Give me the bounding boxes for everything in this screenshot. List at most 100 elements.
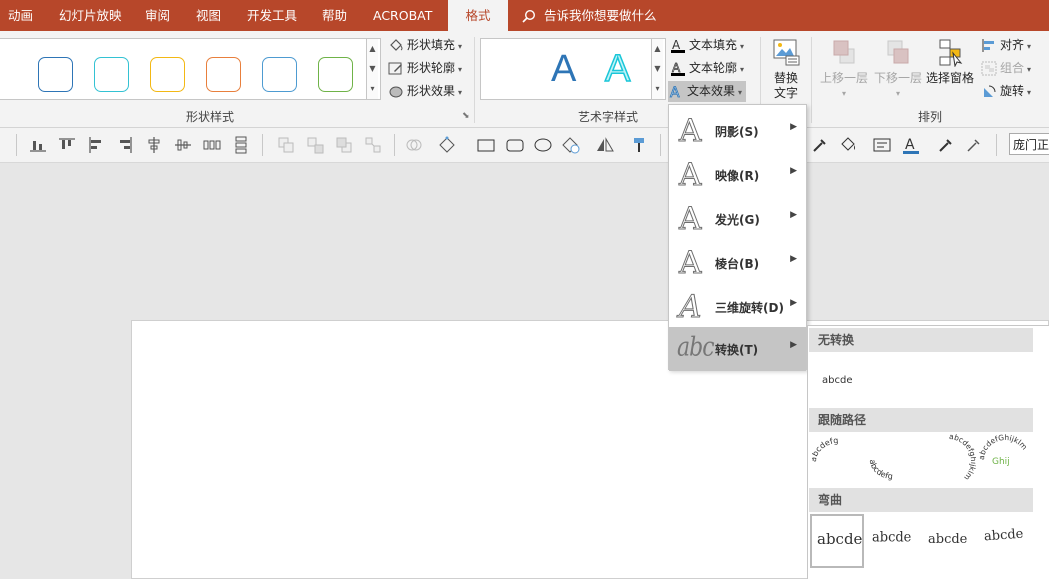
send-backward-label: 下移一层 bbox=[873, 71, 922, 85]
gallery-scroll-up-icon[interactable]: ▲ bbox=[651, 39, 663, 59]
align-button[interactable]: 对齐 ▾ bbox=[981, 35, 1031, 56]
font-name-input[interactable]: 庞门正 bbox=[1009, 133, 1049, 155]
shape-style-swatch[interactable] bbox=[94, 57, 129, 92]
wordart-sample-blue[interactable]: A bbox=[551, 49, 576, 89]
menu-item-bevel[interactable]: A 棱台(B) ▶ bbox=[669, 241, 806, 285]
eyedropper-icon[interactable] bbox=[936, 135, 956, 155]
shape-style-swatch[interactable] bbox=[150, 57, 185, 92]
menu-item-3d-rotation[interactable]: A 三维旋转(D) ▶ bbox=[669, 285, 806, 329]
selection-pane-label: 选择窗格 bbox=[925, 71, 974, 85]
shape-styles-gallery[interactable]: ▲ ▼ ▾ bbox=[0, 38, 381, 100]
align-left-icon[interactable] bbox=[86, 135, 106, 155]
menu-item-reflection[interactable]: A 映像(R) ▶ bbox=[669, 153, 806, 197]
shape-outline-button[interactable]: 形状轮廓 ▾ bbox=[388, 58, 462, 79]
tab-help[interactable]: 帮助 bbox=[322, 0, 347, 31]
transform-option-none[interactable]: abcde bbox=[814, 356, 874, 410]
text-box-icon[interactable] bbox=[872, 135, 892, 155]
menu-item-transform[interactable]: abc 转换(T) ▶ bbox=[669, 327, 806, 371]
merge-shapes-icon[interactable] bbox=[404, 135, 424, 155]
chevron-right-icon: ▶ bbox=[790, 298, 797, 308]
distribute-horizontal-icon[interactable] bbox=[202, 135, 222, 155]
text-effects-button[interactable]: A 文本效果 ▾ bbox=[668, 81, 747, 102]
dialog-launcher-icon[interactable]: ⬊ bbox=[462, 111, 470, 121]
shape-style-swatch[interactable] bbox=[262, 57, 297, 92]
tell-me-text: 告诉我你想要做什么 bbox=[544, 8, 657, 23]
drawing-toolbar: A 庞门正 bbox=[0, 128, 1049, 163]
transform-option-arch-up[interactable]: abcdefg bbox=[812, 434, 866, 488]
transform-option-warp-triangle-down[interactable]: abcde bbox=[922, 514, 976, 568]
send-to-back-icon[interactable] bbox=[363, 135, 383, 155]
transform-sample-text: abcde bbox=[822, 375, 853, 386]
gallery-scroll-up-icon[interactable]: ▲ bbox=[366, 39, 378, 59]
alt-text-label-line2: 文字 bbox=[773, 86, 798, 100]
fill-bucket-icon[interactable] bbox=[838, 135, 858, 155]
text-outline-icon: A bbox=[670, 61, 686, 76]
tell-me-search[interactable]: 告诉我你想要做什么 bbox=[522, 0, 657, 31]
distribute-vertical-icon[interactable] bbox=[231, 135, 251, 155]
gallery-scroll-down-icon[interactable]: ▼ bbox=[366, 59, 378, 79]
eyedropper-icon[interactable] bbox=[964, 135, 984, 155]
ungroup-objects-icon[interactable] bbox=[305, 135, 325, 155]
group-objects-icon[interactable] bbox=[276, 135, 296, 155]
tab-format[interactable]: 格式 bbox=[448, 0, 508, 31]
rotate-button[interactable]: 旋转 ▾ bbox=[981, 81, 1031, 102]
text-fill-button[interactable]: A 文本填充 ▾ bbox=[670, 35, 744, 56]
shape-style-swatch[interactable] bbox=[38, 57, 73, 92]
warp-sample-text: abcde bbox=[872, 529, 912, 546]
flip-shape-icon[interactable] bbox=[595, 135, 615, 155]
shape-fill-button[interactable]: 形状填充 ▾ bbox=[388, 35, 462, 56]
menu-item-glow[interactable]: A 发光(G) ▶ bbox=[669, 197, 806, 241]
group-button[interactable]: 组合 ▾ bbox=[981, 58, 1031, 79]
bring-forward-button[interactable]: 上移一层 ▾ bbox=[818, 37, 870, 101]
transform-option-warp-triangle-up[interactable]: abcde bbox=[866, 514, 920, 568]
transform-option-circle[interactable]: abcdefghijklm bbox=[922, 434, 976, 488]
menu-item-shadow[interactable]: A 阴影(S) ▶ bbox=[669, 109, 806, 153]
selection-pane-button[interactable]: 选择窗格 bbox=[924, 37, 976, 86]
follow-path-text: abcdefghijklm bbox=[949, 434, 976, 482]
rounded-rectangle-shape-icon[interactable] bbox=[505, 135, 525, 155]
align-bottom-icon[interactable] bbox=[28, 135, 48, 155]
font-color-icon[interactable]: A bbox=[901, 135, 921, 155]
wordart-sample-cyan[interactable]: A bbox=[604, 48, 631, 90]
align-center-icon[interactable] bbox=[144, 135, 164, 155]
gallery-more-icon[interactable]: ▾ bbox=[651, 79, 663, 99]
chevron-down-icon: ▾ bbox=[895, 89, 900, 98]
gallery-scroll-down-icon[interactable]: ▼ bbox=[651, 59, 663, 79]
text-effects-icon: A bbox=[668, 84, 684, 102]
tab-animations[interactable]: 动画 bbox=[8, 0, 33, 31]
transform-option-warp-arch[interactable]: abcde bbox=[978, 514, 1032, 568]
align-middle-icon[interactable] bbox=[173, 135, 193, 155]
send-backward-button[interactable]: 下移一层 ▾ bbox=[872, 37, 924, 101]
edit-shape-icon[interactable] bbox=[437, 135, 457, 155]
alt-text-button[interactable]: 替换 文字 bbox=[766, 37, 806, 101]
change-shape-icon[interactable] bbox=[561, 135, 581, 155]
text-outline-button[interactable]: A 文本轮廓 ▾ bbox=[670, 58, 744, 79]
tab-developer[interactable]: 开发工具 bbox=[247, 0, 297, 31]
glow-icon: A bbox=[678, 201, 702, 237]
align-top-icon[interactable] bbox=[57, 135, 77, 155]
rectangle-shape-icon[interactable] bbox=[476, 135, 496, 155]
tab-acrobat[interactable]: ACROBAT bbox=[373, 0, 432, 31]
pen-icon bbox=[388, 61, 404, 76]
ellipse-shape-icon[interactable] bbox=[533, 135, 553, 155]
tab-review[interactable]: 审阅 bbox=[145, 0, 170, 31]
shape-style-swatch[interactable] bbox=[318, 57, 353, 92]
eyedropper-icon[interactable] bbox=[810, 135, 830, 155]
gallery-more-icon[interactable]: ▾ bbox=[366, 79, 378, 99]
format-painter-icon[interactable] bbox=[630, 135, 650, 155]
chevron-right-icon: ▶ bbox=[790, 166, 797, 176]
ribbon-tab-bar: 动画 幻灯片放映 审阅 视图 开发工具 帮助 ACROBAT 格式 告诉我你想要… bbox=[0, 0, 1049, 31]
shape-style-swatch[interactable] bbox=[206, 57, 241, 92]
transform-option-arch-down[interactable]: abcdefg bbox=[866, 434, 920, 488]
transform-option-warp-square[interactable]: abcde bbox=[810, 514, 864, 568]
align-right-icon[interactable] bbox=[115, 135, 135, 155]
arrange-group-label: 排列 bbox=[917, 110, 942, 124]
shape-effects-button[interactable]: 形状效果 ▾ bbox=[388, 81, 462, 102]
bring-to-front-icon[interactable] bbox=[334, 135, 354, 155]
tab-view[interactable]: 视图 bbox=[196, 0, 221, 31]
shape-styles-group-label: 形状样式 bbox=[185, 110, 234, 124]
transform-option-button[interactable]: abcdefGhijklm Ghij bbox=[978, 434, 1032, 488]
group-separator bbox=[474, 37, 475, 123]
tab-slide-show[interactable]: 幻灯片放映 bbox=[59, 0, 122, 31]
wordart-styles-gallery[interactable]: A A ▲ ▼ ▾ bbox=[480, 38, 666, 100]
